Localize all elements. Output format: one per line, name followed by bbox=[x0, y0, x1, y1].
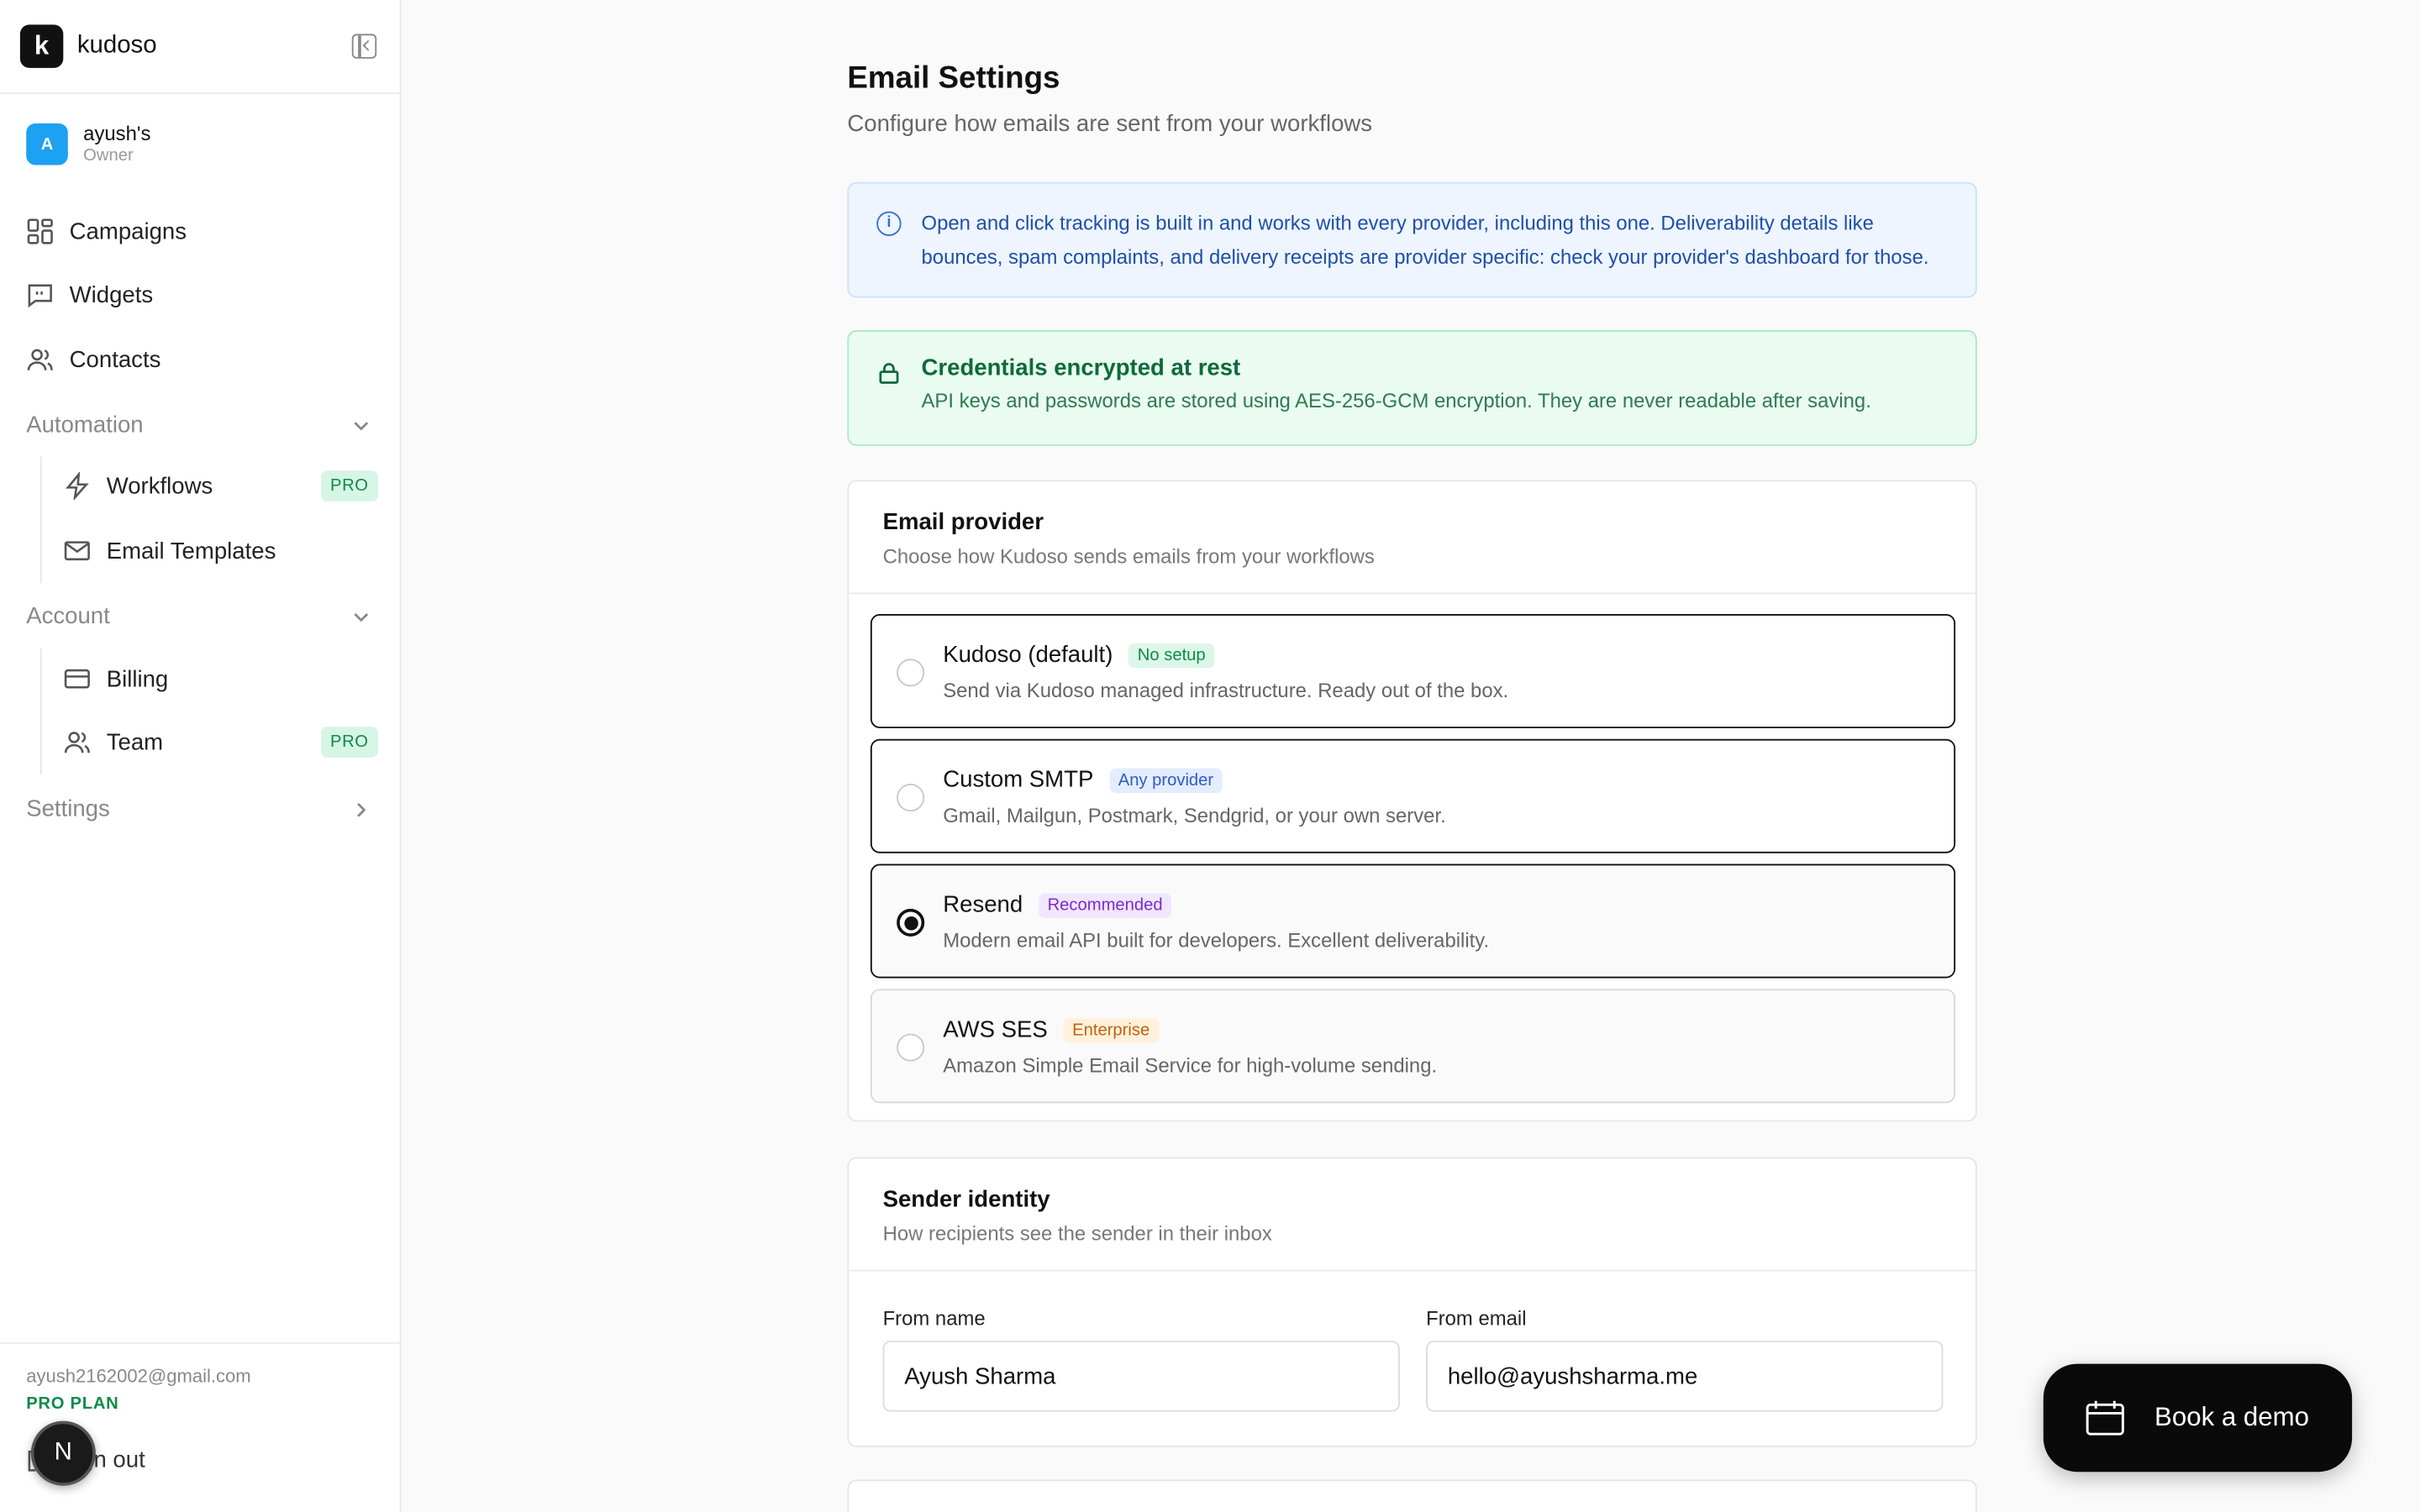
option-tag: Enterprise bbox=[1063, 1017, 1160, 1042]
sidebar: k kudoso A ayush's Owner Campaigns Widge… bbox=[0, 0, 402, 1512]
from-email-label: From email bbox=[1426, 1306, 1527, 1331]
provider-option-smtp[interactable]: Custom SMTP Any provider Gmail, Mailgun,… bbox=[870, 738, 1956, 853]
grid-icon bbox=[27, 218, 53, 244]
option-description: Send via Kudoso managed infrastructure. … bbox=[943, 679, 1509, 702]
calendar-icon bbox=[2086, 1400, 2124, 1436]
option-tag: Recommended bbox=[1038, 892, 1172, 917]
account-role: Owner bbox=[83, 145, 134, 165]
radio-button[interactable] bbox=[897, 659, 925, 687]
provider-option-aws-ses[interactable]: AWS SES Enterprise Amazon Simple Email S… bbox=[870, 989, 1956, 1104]
card-title: Sender identity bbox=[882, 1186, 1050, 1213]
from-name-input[interactable]: Ayush Sharma bbox=[882, 1341, 1400, 1412]
sidebar-item-email-templates[interactable]: Email Templates bbox=[63, 531, 276, 571]
option-description: Amazon Simple Email Service for high-vol… bbox=[943, 1053, 1438, 1078]
credit-card-icon bbox=[64, 669, 90, 689]
sidebar-item-widgets[interactable]: Widgets bbox=[26, 275, 153, 315]
page-subtitle: Configure how emails are sent from your … bbox=[847, 111, 1373, 138]
option-title: Resend bbox=[943, 891, 1023, 918]
chevron-down-icon[interactable] bbox=[352, 417, 371, 435]
avatar: A bbox=[26, 123, 68, 165]
option-title: Custom SMTP bbox=[943, 766, 1094, 794]
section-settings[interactable]: Settings bbox=[26, 796, 110, 822]
card-title: Email provider bbox=[882, 509, 1044, 536]
brand-name[interactable]: kudoso bbox=[77, 33, 157, 60]
encryption-title: Credentials encrypted at rest bbox=[921, 354, 1241, 381]
option-title: AWS SES bbox=[943, 1016, 1048, 1043]
chevron-right-icon[interactable] bbox=[352, 801, 371, 819]
next-settings-card bbox=[847, 1479, 1977, 1512]
users-icon bbox=[64, 732, 90, 753]
option-tag: No setup bbox=[1128, 642, 1215, 668]
section-account[interactable]: Account bbox=[26, 603, 110, 629]
brand-logo[interactable]: k bbox=[19, 24, 64, 68]
chevron-down-icon[interactable] bbox=[352, 608, 371, 627]
sidebar-item-workflows[interactable]: Workflows bbox=[63, 466, 213, 507]
email-provider-card: Email provider Choose how Kudoso sends e… bbox=[847, 480, 1977, 1122]
sidebar-item-team[interactable]: Team bbox=[63, 722, 163, 763]
from-name-label: From name bbox=[882, 1306, 986, 1331]
tree-line bbox=[39, 648, 42, 775]
option-tag: Any provider bbox=[1108, 767, 1223, 793]
sidebar-item-label: Billing bbox=[106, 665, 169, 692]
info-icon: i bbox=[876, 211, 902, 237]
encryption-banner: Credentials encrypted at rest API keys a… bbox=[847, 330, 1977, 446]
sidebar-item-label: Widgets bbox=[69, 281, 154, 308]
from-email-input[interactable]: hello@ayushsharma.me bbox=[1426, 1341, 1944, 1412]
lock-icon bbox=[879, 363, 899, 384]
radio-button[interactable] bbox=[897, 784, 925, 812]
book-demo-label: Book a demo bbox=[2154, 1402, 2310, 1432]
sidebar-footer: ayush2162002@gmail.com PRO PLAN Sign out… bbox=[0, 1341, 402, 1486]
sidebar-item-label: Workflows bbox=[106, 472, 213, 500]
lightning-icon bbox=[66, 472, 89, 501]
pro-badge: PRO bbox=[321, 470, 378, 501]
sidebar-item-label: Team bbox=[106, 728, 164, 756]
page-title: Email Settings bbox=[847, 61, 1060, 96]
message-square-icon bbox=[28, 284, 52, 308]
provider-option-kudoso[interactable]: Kudoso (default) No setup Send via Kudos… bbox=[870, 614, 1956, 728]
info-banner-text: Open and click tracking is built in and … bbox=[921, 211, 1929, 269]
card-subtitle: Choose how Kudoso sends emails from your… bbox=[882, 544, 1375, 568]
option-title: Kudoso (default) bbox=[943, 642, 1113, 669]
account-switcher[interactable]: A ayush's Owner bbox=[26, 123, 150, 165]
account-name: ayush's bbox=[83, 122, 151, 146]
sidebar-item-label: Contacts bbox=[69, 346, 161, 373]
section-automation[interactable]: Automation bbox=[26, 412, 143, 438]
sidebar-item-billing[interactable]: Billing bbox=[63, 659, 168, 699]
sidebar-item-contacts[interactable]: Contacts bbox=[26, 339, 160, 380]
user-email: ayush2162002@gmail.com bbox=[26, 1365, 251, 1388]
tree-line bbox=[39, 456, 42, 584]
sidebar-item-campaigns[interactable]: Campaigns bbox=[26, 212, 187, 252]
collapse-sidebar-icon[interactable] bbox=[351, 34, 377, 59]
info-banner: i Open and click tracking is built in an… bbox=[847, 181, 1977, 298]
book-demo-button[interactable]: Book a demo bbox=[2043, 1363, 2353, 1473]
encryption-text: API keys and passwords are stored using … bbox=[921, 388, 1871, 412]
radio-button-selected[interactable] bbox=[897, 908, 925, 937]
mail-icon bbox=[64, 541, 90, 561]
plan-label: PRO PLAN bbox=[26, 1394, 119, 1414]
option-description: Gmail, Mailgun, Postmark, Sendgrid, or y… bbox=[943, 803, 1446, 827]
sidebar-item-label: Email Templates bbox=[106, 538, 276, 564]
users-icon bbox=[27, 349, 53, 370]
pro-badge: PRO bbox=[321, 727, 378, 758]
nextjs-badge[interactable]: N bbox=[30, 1420, 96, 1486]
card-subtitle: How recipients see the sender in their i… bbox=[882, 1221, 1272, 1246]
provider-option-resend[interactable]: Resend Recommended Modern email API buil… bbox=[870, 864, 1956, 979]
radio-button[interactable] bbox=[897, 1033, 925, 1062]
sidebar-item-label: Campaigns bbox=[69, 218, 187, 245]
option-description: Modern email API built for developers. E… bbox=[943, 928, 1490, 953]
brand: k kudoso bbox=[0, 0, 400, 95]
sender-identity-card: Sender identity How recipients see the s… bbox=[847, 1157, 1977, 1447]
